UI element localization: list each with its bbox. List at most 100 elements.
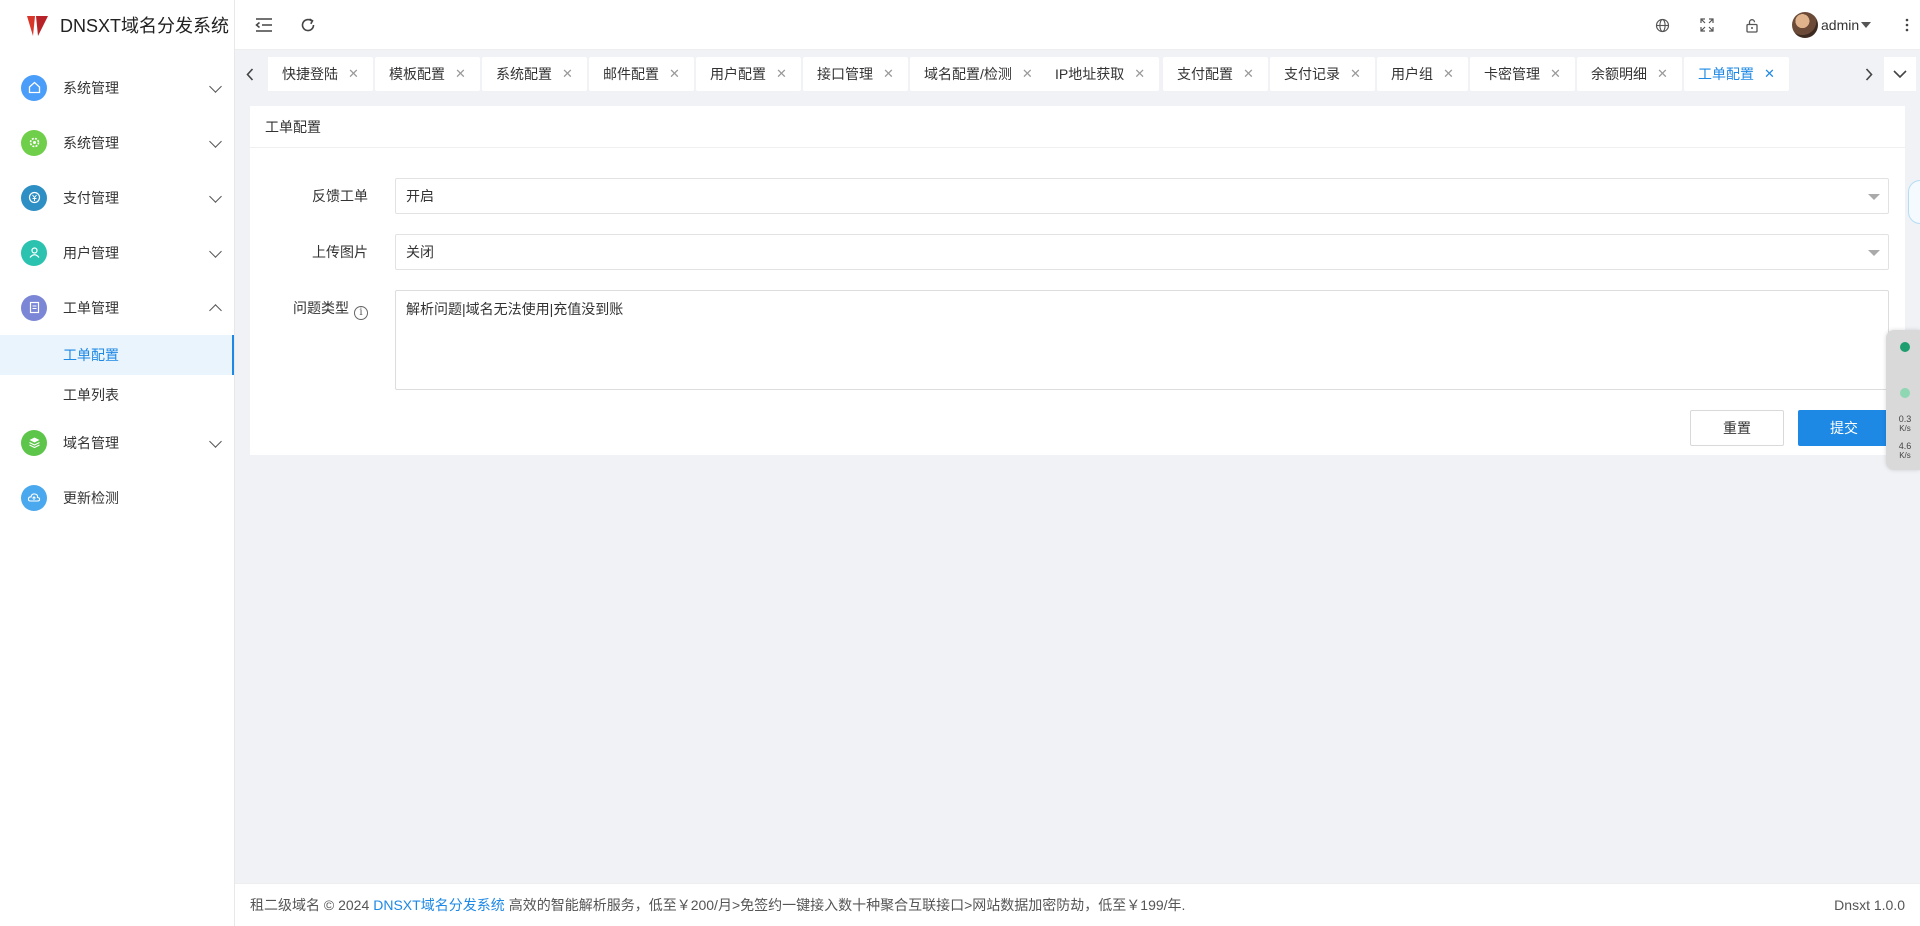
close-icon[interactable]: ✕ <box>1550 66 1561 82</box>
info-icon[interactable]: i <box>354 306 368 320</box>
globe-icon[interactable] <box>1649 12 1675 38</box>
tab-label: 支付记录 <box>1284 66 1340 82</box>
chevron-up-icon <box>209 303 222 317</box>
chevron-down-icon <box>209 189 222 203</box>
menu-collapse-icon[interactable] <box>251 12 277 38</box>
sidebar-item-system-2[interactable]: 系统管理 <box>0 115 234 170</box>
caret-down-icon <box>1861 22 1872 28</box>
upload-row: 上传图片 关闭 <box>250 234 1905 270</box>
sidebar-item-label: 用户管理 <box>63 244 119 261</box>
tabs-scroll-right-icon[interactable] <box>1856 57 1882 91</box>
sidebar-item-domains[interactable]: 域名管理 <box>0 415 234 470</box>
submit-button[interactable]: 提交 <box>1798 410 1890 446</box>
close-icon[interactable]: ✕ <box>455 66 466 82</box>
tab-card-management[interactable]: 卡密管理 ✕ <box>1470 57 1575 91</box>
tab-ticket-config[interactable]: 工单配置 ✕ <box>1684 57 1789 91</box>
user-name: admin <box>1821 17 1860 33</box>
sidebar-subitem-ticket-list[interactable]: 工单列表 <box>0 375 234 415</box>
close-icon[interactable]: ✕ <box>669 66 680 82</box>
close-icon[interactable]: ✕ <box>1350 66 1361 82</box>
reset-button[interactable]: 重置 <box>1690 410 1784 446</box>
upload-speed: 0.3 <box>1898 414 1912 424</box>
tab-label: 接口管理 <box>817 66 873 82</box>
problem-type-row: 问题类型 i 解析问题|域名无法使用|充值没到账 <box>250 290 1905 390</box>
feedback-select[interactable]: 开启 <box>395 178 1889 214</box>
fullscreen-icon[interactable] <box>1694 12 1720 38</box>
sidebar-menu: 系统管理 系统管理 支付管理 用户管理 工单管理 工单配置 工单列表 域名管理 … <box>0 60 234 525</box>
card-title: 工单配置 <box>250 106 1905 148</box>
sidebar-item-label: 系统管理 <box>63 79 119 96</box>
avatar <box>1792 12 1818 38</box>
feedback-select-value: 开启 <box>406 188 434 204</box>
tab-label: IP地址获取 <box>1055 66 1125 82</box>
user-menu[interactable]: admin <box>1792 11 1872 39</box>
sidebar-item-label: 工单管理 <box>63 299 119 316</box>
tab-payment-records[interactable]: 支付记录 ✕ <box>1270 57 1375 91</box>
sidebar-item-users[interactable]: 用户管理 <box>0 225 234 280</box>
tab-system-config[interactable]: 系统配置 ✕ <box>482 57 587 91</box>
network-speed-widget[interactable]: 0.3 K/s 4.6 K/s <box>1886 330 1920 470</box>
app-title: DNSXT域名分发系统 <box>60 16 230 36</box>
problem-type-textarea[interactable]: 解析问题|域名无法使用|充值没到账 <box>395 290 1889 390</box>
sidebar-item-label: 更新检测 <box>63 489 119 506</box>
close-icon[interactable]: ✕ <box>1443 66 1454 82</box>
refresh-icon[interactable] <box>295 12 321 38</box>
floating-helper-tab[interactable] <box>1908 180 1920 224</box>
lock-icon[interactable] <box>1739 12 1765 38</box>
close-icon[interactable]: ✕ <box>1243 66 1254 82</box>
close-icon[interactable]: ✕ <box>1022 66 1033 82</box>
ticket-icon <box>21 294 47 321</box>
close-icon[interactable]: ✕ <box>776 66 787 82</box>
ticket-config-card: 工单配置 反馈工单 开启 上传图片 关闭 问题类型 i 解析问题|域名无法使用|充… <box>250 106 1905 455</box>
tab-domain-config-check[interactable]: 域名配置/检测 ✕ <box>910 57 1047 91</box>
tab-label: 快捷登陆 <box>282 66 338 82</box>
tab-quick-login[interactable]: 快捷登陆 ✕ <box>268 57 373 91</box>
upload-select[interactable]: 关闭 <box>395 234 1889 270</box>
close-icon[interactable]: ✕ <box>1657 66 1668 82</box>
tab-ip-address[interactable]: IP地址获取 ✕ <box>1041 57 1160 91</box>
sidebar-item-tickets[interactable]: 工单管理 <box>0 280 234 335</box>
tab-mail-config[interactable]: 邮件配置 ✕ <box>589 57 694 91</box>
sidebar-item-label: 域名管理 <box>63 434 119 451</box>
more-vertical-icon[interactable] <box>1894 12 1920 38</box>
status-dot <box>1900 342 1910 352</box>
close-icon[interactable]: ✕ <box>562 66 573 82</box>
sidebar-item-system[interactable]: 系统管理 <box>0 60 234 115</box>
footer: 租二级域名 © 2024 DNSXT域名分发系统 高效的智能解析服务，低至￥20… <box>235 883 1920 926</box>
upload-select-value: 关闭 <box>406 244 434 260</box>
close-icon[interactable]: ✕ <box>883 66 894 82</box>
problem-type-label: 问题类型 <box>293 300 349 316</box>
logo-icon <box>27 16 48 36</box>
tab-user-config[interactable]: 用户配置 ✕ <box>696 57 801 91</box>
tabs-scroll-left-icon[interactable] <box>237 57 263 91</box>
sidebar-item-payment[interactable]: 支付管理 <box>0 170 234 225</box>
feedback-label: 反馈工单 <box>312 188 368 204</box>
upload-label: 上传图片 <box>312 244 368 260</box>
dropdown-arrow-icon <box>1868 194 1880 200</box>
tab-template-config[interactable]: 模板配置 ✕ <box>375 57 480 91</box>
gear-icon <box>21 129 47 156</box>
download-speed: 4.6 <box>1898 441 1912 451</box>
tab-label: 卡密管理 <box>1484 66 1540 82</box>
tab-api-management[interactable]: 接口管理 ✕ <box>803 57 908 91</box>
tab-payment-config[interactable]: 支付配置 ✕ <box>1163 57 1268 91</box>
sidebar-item-update-check[interactable]: 更新检测 <box>0 470 234 525</box>
tab-user-group[interactable]: 用户组 ✕ <box>1377 57 1468 91</box>
close-icon[interactable]: ✕ <box>1764 66 1775 82</box>
tab-balance-details[interactable]: 余额明细 ✕ <box>1577 57 1682 91</box>
sidebar-subitem-ticket-config[interactable]: 工单配置 <box>0 335 234 375</box>
tab-label: 余额明细 <box>1591 66 1647 82</box>
dropdown-arrow-icon <box>1868 250 1880 256</box>
sidebar: DNSXT域名分发系统 系统管理 系统管理 支付管理 用户管理 工单管理 工单配… <box>0 0 235 926</box>
logo[interactable]: DNSXT域名分发系统 <box>0 0 234 50</box>
home-icon <box>21 74 47 101</box>
footer-link[interactable]: DNSXT域名分发系统 <box>373 895 504 915</box>
sidebar-item-label: 支付管理 <box>63 189 119 206</box>
tabs-bar: ✕ 快捷登陆 ✕ 模板配置 ✕ 系统配置 ✕ 邮件配置 ✕ 用户配置 ✕ 接口管理 ✕ 域名… <box>235 51 1920 95</box>
tabs-strip: ✕ 快捷登陆 ✕ 模板配置 ✕ 系统配置 ✕ 邮件配置 ✕ 用户配置 ✕ 接口管理 ✕ 域名… <box>268 57 1848 91</box>
tabs-dropdown-icon[interactable] <box>1884 57 1916 91</box>
close-icon[interactable]: ✕ <box>1134 66 1145 82</box>
top-header: admin <box>235 0 1920 50</box>
close-icon[interactable]: ✕ <box>348 66 359 82</box>
tab-label: 用户配置 <box>710 66 766 82</box>
